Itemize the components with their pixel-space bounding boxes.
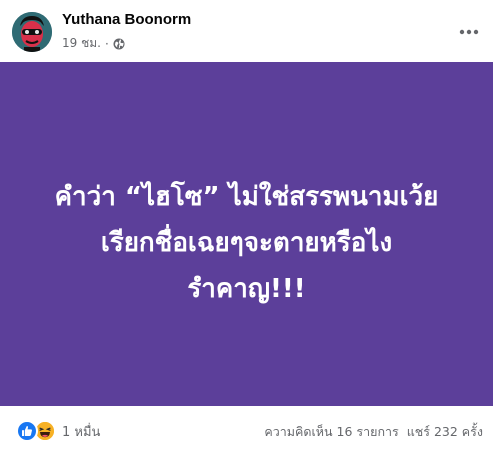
- more-options-button[interactable]: [451, 14, 487, 50]
- globe-icon[interactable]: [113, 38, 125, 50]
- more-horizontal-icon: [459, 29, 479, 35]
- banner-line-2: เรียกชื่อเฉยๆจะตายหรือไง: [100, 228, 393, 258]
- banner-line-3: รำคาญ!!!: [187, 274, 306, 304]
- banner-line-1: คำว่า “ไฮโซ” ไม่ใช่สรรพนามเว้ย: [54, 182, 439, 212]
- post-footer: 1 หมื่น ความคิดเห็น 16 รายการ แชร์ 232 คร…: [0, 406, 493, 449]
- meta-separator: ·: [104, 36, 109, 51]
- shares-count[interactable]: แชร์ 232 ครั้ง: [407, 424, 483, 439]
- reactions-summary[interactable]: 1 หมื่น: [16, 420, 100, 442]
- comments-count[interactable]: ความคิดเห็น 16 รายการ: [264, 424, 398, 439]
- like-icon: [16, 420, 38, 442]
- author-name[interactable]: Yuthana Boonorm: [62, 11, 191, 28]
- post-header: Yuthana Boonorm 19 ชม. ·: [0, 0, 493, 62]
- facebook-post: Yuthana Boonorm 19 ชม. · คำว่า “ไฮโซ” ไม…: [0, 0, 493, 449]
- reaction-count[interactable]: 1 หมื่น: [62, 421, 100, 442]
- banner-text: คำว่า “ไฮโซ” ไม่ใช่สรรพนามเว้ย เรียกชื่อ…: [0, 174, 493, 312]
- author-avatar[interactable]: [12, 12, 52, 52]
- text-post-banner[interactable]: คำว่า “ไฮโซ” ไม่ใช่สรรพนามเว้ย เรียกชื่อ…: [0, 62, 493, 406]
- post-time[interactable]: 19 ชม.: [62, 34, 101, 53]
- post-meta: 19 ชม. ·: [62, 34, 125, 53]
- engagement-stats: ความคิดเห็น 16 รายการ แชร์ 232 ครั้ง: [264, 422, 483, 442]
- avatar-illustration: [12, 12, 52, 52]
